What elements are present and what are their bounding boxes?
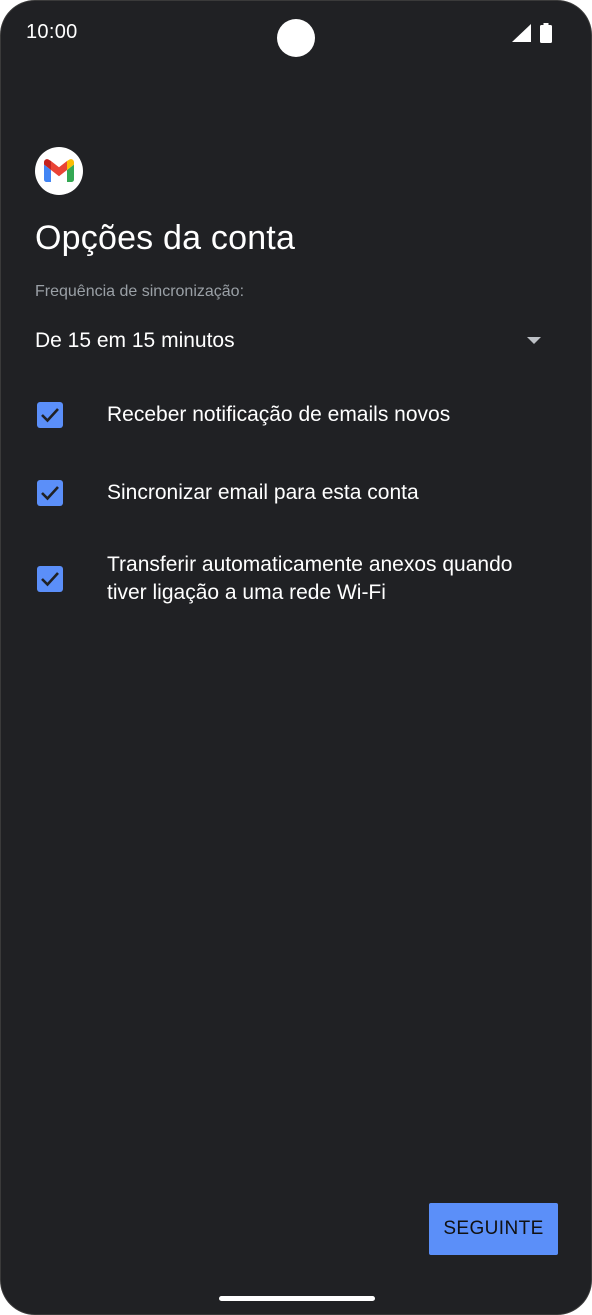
new-email-notifications-checkbox[interactable] — [37, 402, 63, 428]
auto-download-attachments-label: Transferir automaticamente anexos quando… — [107, 553, 513, 604]
auto-download-attachments-checkbox[interactable] — [37, 566, 63, 592]
option-new-email-notifications[interactable]: Receber notificação de emails novos — [35, 397, 555, 433]
sync-frequency-value: De 15 em 15 minutos — [35, 329, 235, 352]
option-sync-email[interactable]: Sincronizar email para esta conta — [35, 475, 555, 511]
status-bar: 10:00 — [1, 1, 591, 65]
new-email-notifications-label: Receber notificação de emails novos — [107, 403, 451, 426]
home-indicator[interactable] — [219, 1296, 375, 1301]
checkmark-icon — [41, 486, 59, 501]
sync-frequency-dropdown[interactable]: De 15 em 15 minutos — [35, 319, 555, 363]
front-camera — [277, 19, 315, 57]
page-title: Opções da conta — [35, 219, 296, 257]
checkmark-icon — [41, 408, 59, 423]
battery-icon — [540, 23, 552, 43]
sync-email-checkbox[interactable] — [37, 480, 63, 506]
sync-email-label: Sincronizar email para esta conta — [107, 481, 419, 504]
checkmark-icon — [41, 572, 59, 587]
gmail-logo-icon — [35, 147, 83, 195]
signal-icon — [512, 24, 531, 42]
next-button[interactable]: SEGUINTE — [429, 1203, 558, 1255]
sync-frequency-label: Frequência de sincronização: — [35, 283, 245, 300]
option-auto-download-attachments[interactable]: Transferir automaticamente anexos quando… — [35, 549, 555, 611]
phone-screen: 10:00 Opções da conta Frequência de sinc… — [1, 1, 591, 1314]
status-time: 10:00 — [26, 21, 78, 43]
dropdown-arrow-icon — [527, 337, 541, 344]
